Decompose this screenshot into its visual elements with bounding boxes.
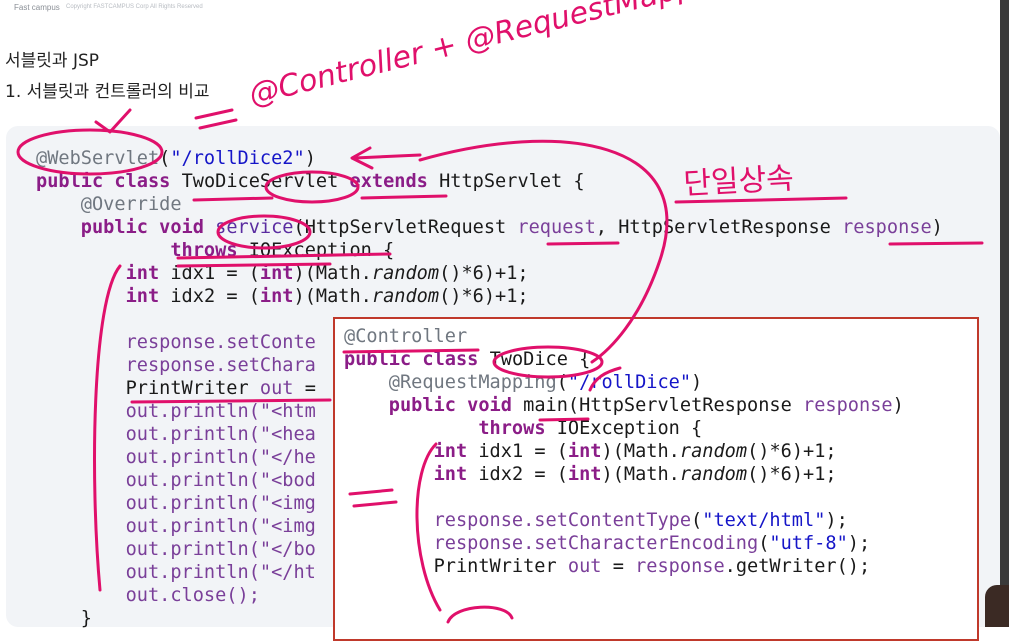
ink-underline-request xyxy=(546,241,620,246)
ink-strike-throws xyxy=(176,252,392,260)
annotation-ink-layer: @Controller + @RequestMapping 단일상속 xyxy=(16,0,984,624)
ink-ring-bottom xyxy=(446,605,514,624)
ink-equals-middle xyxy=(348,488,398,508)
ink-circle-webservlet xyxy=(16,128,164,176)
ink-underline-response xyxy=(888,241,984,246)
ink-underline-controller xyxy=(342,348,480,354)
presenter-video-thumbnail xyxy=(985,585,1009,627)
ink-underline-main xyxy=(538,417,590,422)
ink-circle-service xyxy=(216,214,312,250)
window-edge xyxy=(1000,0,1009,627)
ink-connector-curve xyxy=(418,139,669,364)
ink-note-controller-mapping: @Controller + @RequestMapping xyxy=(245,0,743,113)
ink-bracket-controller xyxy=(415,442,442,612)
ink-underline-extends xyxy=(360,194,448,200)
ink-arrow-path xyxy=(350,146,422,170)
ink-note-single-inheritance: 단일상속 xyxy=(683,161,795,202)
ink-equals-top xyxy=(194,108,238,130)
ink-underline-throws xyxy=(176,262,332,268)
ink-bracket-servlet xyxy=(93,264,122,592)
ink-circle-controller-twodice xyxy=(492,345,604,379)
ink-underline-printwriter xyxy=(130,398,332,404)
ink-underline-twodice xyxy=(192,196,274,202)
ink-check-mark xyxy=(94,108,132,134)
ink-circle-servlet xyxy=(264,170,360,204)
